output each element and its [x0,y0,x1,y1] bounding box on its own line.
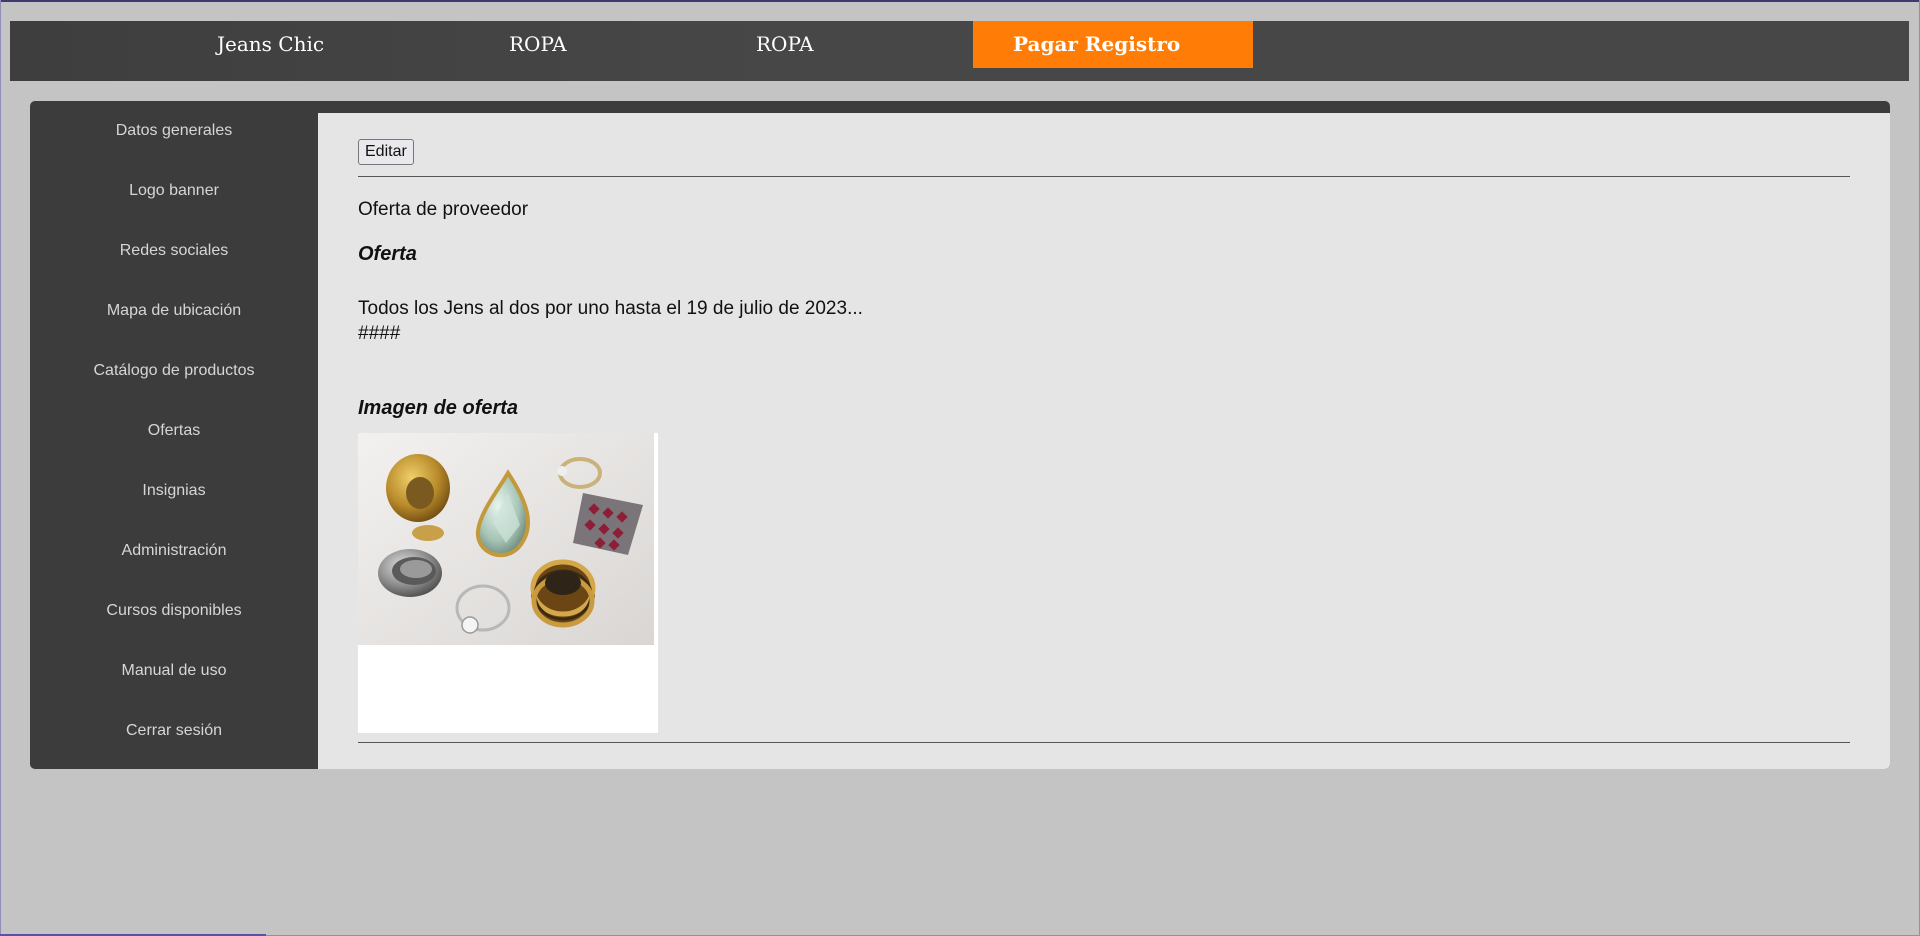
sidebar-item-manual-uso[interactable]: Manual de uso [30,641,318,701]
offer-image [358,433,658,733]
sidebar-item-redes-sociales[interactable]: Redes sociales [30,221,318,281]
sidebar-item-catalogo-productos[interactable]: Catálogo de productos [30,341,318,401]
offer-content: Editar Oferta de proveedor Oferta Todos … [318,113,1890,769]
sidebar-menu: Datos generales Logo banner Redes social… [30,101,318,769]
sidebar-item-logo-banner[interactable]: Logo banner [30,161,318,221]
offer-description: Todos los Jens al dos por uno hasta el 1… [358,298,863,319]
nav-ropa-link[interactable]: ROPA [509,21,567,68]
sidebar-item-datos-generales[interactable]: Datos generales [30,101,318,161]
sidebar-item-administracion[interactable]: Administración [30,521,318,581]
nav-ropa-link-2[interactable]: ROPA [756,21,814,68]
sidebar-item-insignias[interactable]: Insignias [30,461,318,521]
sidebar-item-cursos-disponibles[interactable]: Cursos disponibles [30,581,318,641]
pay-registration-button[interactable]: Pagar Registro [973,21,1253,68]
sidebar-item-ofertas[interactable]: Ofertas [30,401,318,461]
rings-photo [358,433,654,645]
sidebar-item-cerrar-sesion[interactable]: Cerrar sesión [30,701,318,761]
offer-hashtags: #### [358,323,401,344]
window-top-edge [0,0,1920,2]
edit-button[interactable]: Editar [358,139,414,165]
sidebar-item-mapa-ubicacion[interactable]: Mapa de ubicación [30,281,318,341]
offer-heading: Oferta [358,243,417,265]
section-subtitle: Oferta de proveedor [358,199,529,220]
dashboard-panel: Datos generales Logo banner Redes social… [30,101,1890,769]
offer-image-heading: Imagen de oferta [358,397,519,419]
divider-top [358,176,1850,177]
divider-bottom [358,742,1850,743]
nav-brand-link[interactable]: Jeans Chic [217,21,324,68]
window-left-edge [0,0,1,936]
top-navbar: Jeans Chic ROPA ROPA Pagar Registro [10,21,1909,81]
